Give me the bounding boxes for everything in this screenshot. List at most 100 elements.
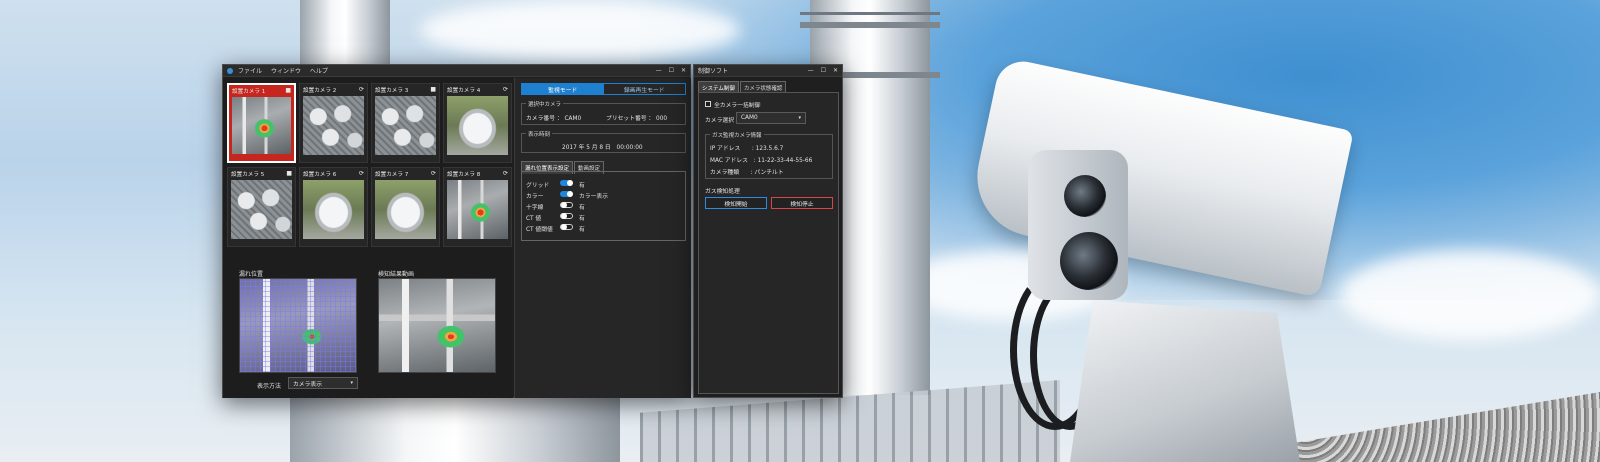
- menu-help[interactable]: ヘルプ: [310, 68, 328, 75]
- color-toggle[interactable]: [560, 191, 573, 197]
- ct-value-value: 有: [579, 216, 585, 222]
- grid-toggle[interactable]: [560, 180, 573, 186]
- cloud: [420, 0, 740, 60]
- camera-panel: 設置カメラ 1 ■ 設置カメラ 2 ⟳ 設置カメラ 3 ■ 設置カメラ 4 ⟳ …: [223, 78, 513, 398]
- camera-thumbnail: [447, 180, 508, 239]
- settings-panel: 監視モード 録画再生モード 選択中カメラ カメラ番号 ： CAM0 プリセット番…: [514, 78, 691, 398]
- camera-info-group: ガス監視カメラ情報 IP アドレス : 123.5.6.7 MAC アドレス :…: [705, 131, 833, 179]
- ct-value-toggle[interactable]: [560, 213, 573, 219]
- gas-detection-label: ガス検知処理: [705, 189, 740, 195]
- camera-thumbnail: [375, 96, 436, 155]
- tower-ring: [800, 22, 940, 28]
- camera-label: 設置カメラ 8: [447, 172, 481, 178]
- grid-value: 有: [579, 183, 585, 189]
- control-window-title: 制御ソフト: [698, 68, 729, 75]
- mode-tabs: 監視モード 録画再生モード: [521, 83, 686, 95]
- monitor-titlebar: ファイル ウィンドウ ヘルプ — ☐ ✕: [223, 65, 690, 77]
- detection-video-label: 検知結果動画: [378, 271, 415, 278]
- rotate-icon: ⟳: [430, 170, 436, 177]
- tower-rail: [800, 12, 940, 15]
- display-time-group: 表示時刻 2017 年 5 月 8 日 00:00:00: [521, 130, 686, 153]
- control-titlebar: 制御ソフト — ☐ ✕: [694, 65, 842, 77]
- camera-thumbnail: [303, 180, 364, 239]
- leak-position-label: 漏れ位置: [239, 271, 264, 278]
- camera-label: 設置カメラ 2: [303, 88, 337, 94]
- close-icon[interactable]: ✕: [681, 67, 686, 74]
- camera-tile-5[interactable]: 設置カメラ 5 ■: [227, 167, 296, 247]
- crosshair-value: 有: [579, 205, 585, 211]
- camera-label: 設置カメラ 1: [232, 89, 266, 95]
- camera-label: 設置カメラ 3: [375, 88, 409, 94]
- camera-tile-7[interactable]: 設置カメラ 7 ⟳: [371, 167, 440, 247]
- monitor-window: ファイル ウィンドウ ヘルプ — ☐ ✕ 設置カメラ 1 ■ 設置カメラ 2 ⟳…: [222, 64, 691, 398]
- video-icon: ■: [286, 170, 292, 177]
- window-controls: — ☐ ✕: [656, 67, 686, 74]
- camera-tile-8[interactable]: 設置カメラ 8 ⟳: [443, 167, 512, 247]
- ct-threshold-toggle[interactable]: [560, 224, 573, 230]
- camera-label: 設置カメラ 5: [231, 172, 265, 178]
- cloud: [1340, 250, 1600, 340]
- color-value: カラー表示: [579, 194, 608, 200]
- camera-label: 設置カメラ 6: [303, 172, 337, 178]
- chevron-down-icon: ▾: [350, 380, 353, 386]
- maximize-icon[interactable]: ☐: [821, 67, 826, 74]
- camera-info-title: ガス監視カメラ情報: [710, 131, 764, 139]
- crosshair-label: 十字線: [526, 205, 544, 211]
- rotate-icon: ⟳: [358, 86, 364, 93]
- camera-label: 設置カメラ 7: [375, 172, 409, 178]
- rotate-icon: ⟳: [502, 170, 508, 177]
- color-label: カラー: [526, 194, 544, 200]
- ip-address: IP アドレス : 123.5.6.7: [710, 146, 784, 152]
- chevron-down-icon: ▾: [798, 115, 801, 121]
- system-control-panel: 全カメラ一括制御 カメラ選択 CAM0 ▾ ガス監視カメラ情報 IP アドレス …: [698, 92, 839, 394]
- menu-file[interactable]: ファイル: [238, 68, 262, 75]
- ct-value-label: CT 値: [526, 216, 542, 222]
- leak-position-image: [239, 278, 357, 373]
- selected-camera-group: 選択中カメラ カメラ番号 ： CAM0 プリセット番号 ： 000: [521, 100, 686, 125]
- all-camera-label: 全カメラ一括制御: [714, 103, 761, 109]
- ct-threshold-label: CT 値閾値: [526, 227, 553, 233]
- leak-display-settings: グリッド 有 カラー カラー表示 十字線 有 CT 値 有 CT 値閾値 有: [521, 171, 686, 241]
- camera-tile-2[interactable]: 設置カメラ 2 ⟳: [299, 83, 368, 163]
- video-icon: ■: [430, 86, 436, 93]
- close-icon[interactable]: ✕: [833, 67, 838, 74]
- preset-number: プリセット番号 ： 000: [606, 116, 668, 122]
- camera-thumbnail: [375, 180, 436, 239]
- all-camera-checkbox[interactable]: [705, 101, 711, 107]
- selected-camera-title: 選択中カメラ: [526, 100, 564, 108]
- camera-select[interactable]: CAM0 ▾: [736, 112, 806, 124]
- camera-type: カメラ種類 : パンチルト: [710, 170, 784, 176]
- window-controls: — ☐ ✕: [808, 67, 838, 74]
- menu-window[interactable]: ウィンドウ: [271, 68, 301, 75]
- camera-select-value: CAM0: [741, 115, 758, 121]
- tab-monitor-mode[interactable]: 監視モード: [522, 84, 604, 94]
- maximize-icon[interactable]: ☐: [669, 67, 674, 74]
- display-method-label: 表示方法: [257, 383, 282, 390]
- rotate-icon: ⟳: [358, 170, 364, 177]
- crosshair-toggle[interactable]: [560, 202, 573, 208]
- grid-label: グリッド: [526, 183, 550, 189]
- camera-thumbnail: [303, 96, 364, 155]
- detection-video-image[interactable]: [378, 278, 496, 373]
- camera-tile-1[interactable]: 設置カメラ 1 ■: [227, 83, 296, 163]
- camera-tile-3[interactable]: 設置カメラ 3 ■: [371, 83, 440, 163]
- camera-tile-4[interactable]: 設置カメラ 4 ⟳: [443, 83, 512, 163]
- camera-thumbnail: [447, 96, 508, 155]
- minimize-icon[interactable]: —: [656, 67, 662, 74]
- display-time-value: 2017 年 5 月 8 日 00:00:00: [562, 145, 643, 151]
- tab-playback-mode[interactable]: 録画再生モード: [603, 84, 685, 94]
- minimize-icon[interactable]: —: [808, 67, 814, 74]
- start-detection-button[interactable]: 検知開始: [705, 197, 767, 209]
- camera-lens-icon: [1064, 175, 1106, 217]
- camera-tile-6[interactable]: 設置カメラ 6 ⟳: [299, 167, 368, 247]
- app-logo-icon: [227, 67, 233, 74]
- stop-detection-button[interactable]: 検知停止: [771, 197, 833, 209]
- camera-lens-icon: [1060, 232, 1118, 290]
- ct-threshold-value: 有: [579, 227, 585, 233]
- camera-label: 設置カメラ 4: [447, 88, 481, 94]
- mac-address: MAC アドレス : 11-22-33-44-55-66: [710, 158, 813, 164]
- display-time-title: 表示時刻: [526, 130, 553, 138]
- display-method-select[interactable]: カメラ表示 ▾: [288, 377, 358, 389]
- camera-grid: 設置カメラ 1 ■ 設置カメラ 2 ⟳ 設置カメラ 3 ■ 設置カメラ 4 ⟳ …: [227, 83, 512, 247]
- camera-bracket: [1070, 300, 1300, 462]
